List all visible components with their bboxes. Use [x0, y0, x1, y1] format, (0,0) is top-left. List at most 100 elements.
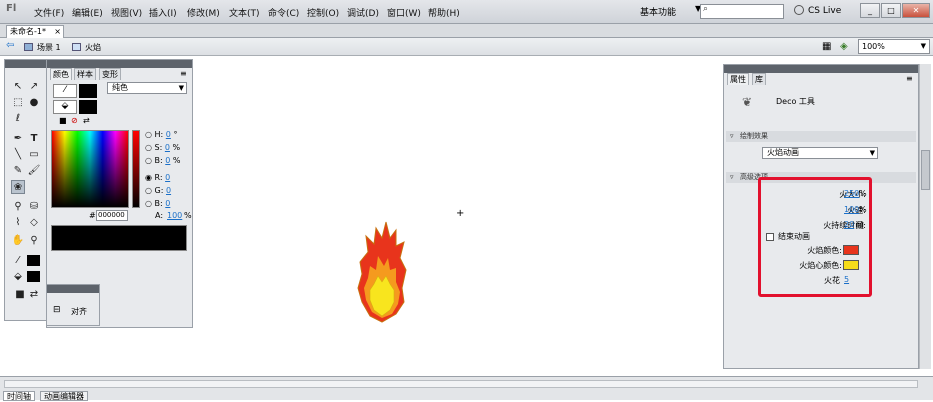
breadcrumb-symbol[interactable]: 火焰: [85, 42, 101, 53]
fill-type-select[interactable]: 纯色 ▼: [107, 82, 187, 94]
align-panel-header[interactable]: [47, 285, 99, 293]
brightness-slider[interactable]: [132, 130, 140, 208]
maximize-button[interactable]: □: [881, 3, 901, 18]
collapse-icon: ▿: [730, 173, 734, 181]
default-colors-icon[interactable]: ■: [13, 288, 27, 302]
menu-text[interactable]: 文本(T): [229, 6, 260, 19]
menu-bar: Fl 文件(F) 编辑(E) 视图(V) 插入(I) 修改(M) 文本(T) 命…: [0, 0, 933, 24]
menu-control[interactable]: 控制(O): [307, 6, 339, 19]
close-button[interactable]: ✕: [902, 3, 930, 18]
paint-bucket-tool-icon[interactable]: ⛁: [27, 200, 41, 214]
rectangle-tool-icon[interactable]: ▭: [27, 148, 41, 162]
chevron-down-icon: ▼: [178, 84, 184, 92]
zoom-select[interactable]: 100% ▼: [858, 39, 930, 54]
menu-window[interactable]: 窗口(W): [387, 6, 421, 19]
fill-swatch[interactable]: [79, 100, 97, 114]
zoom-tool-icon[interactable]: ⚲: [27, 234, 41, 248]
brightness-unit: %: [172, 156, 181, 165]
help-search-input[interactable]: [700, 4, 784, 19]
brightness-label: B:: [154, 156, 163, 165]
color-spectrum-picker[interactable]: [51, 130, 129, 208]
horizontal-scrollbar[interactable]: [4, 380, 918, 388]
edit-scene-icon[interactable]: ▦: [822, 41, 831, 52]
document-tab-row: 未命名-1* ×: [0, 24, 933, 38]
stroke-color-swatch[interactable]: [27, 255, 40, 266]
fill-color-swatch[interactable]: [27, 271, 40, 282]
swap-colors-icon[interactable]: ⇄: [27, 288, 41, 302]
red-value[interactable]: 0: [165, 173, 170, 182]
menu-help[interactable]: 帮助(H): [428, 6, 460, 19]
tab-swatches[interactable]: 样本: [74, 68, 96, 80]
3d-rotation-tool-icon[interactable]: ●: [27, 96, 41, 110]
lasso-tool-icon[interactable]: ℓ: [11, 112, 25, 126]
selection-tool-icon[interactable]: ↖: [11, 80, 25, 94]
hsb-fields: ○ H: 0 ° ○ S: 0 % ○ B: 0 % ◉ R: 0 ○ G: 0…: [145, 130, 181, 208]
stroke-color-icon[interactable]: ⁄: [11, 254, 25, 268]
free-transform-tool-icon[interactable]: ⬚: [11, 96, 25, 110]
cs-live-icon: [794, 5, 804, 15]
document-tab[interactable]: 未命名-1* ×: [6, 25, 64, 38]
hand-tool-icon[interactable]: ✋: [11, 234, 25, 248]
saturation-value[interactable]: 0: [165, 143, 170, 152]
align-label[interactable]: 对齐: [71, 306, 87, 317]
stroke-swatch[interactable]: [79, 84, 97, 98]
blue-value[interactable]: 0: [165, 199, 170, 208]
hue-label: H:: [154, 130, 164, 139]
scrollbar-thumb[interactable]: [921, 150, 930, 190]
stage[interactable]: +: [194, 56, 724, 376]
subselection-tool-icon[interactable]: ↗: [27, 80, 41, 94]
brush-tool-icon[interactable]: 🖌: [27, 164, 41, 178]
menu-modify[interactable]: 修改(M): [187, 6, 220, 19]
green-value[interactable]: 0: [166, 186, 171, 195]
tab-transform[interactable]: 变形: [99, 68, 121, 80]
section-draw-effect[interactable]: ▿ 绘制效果: [726, 131, 916, 142]
menu-edit[interactable]: 编辑(E): [72, 6, 103, 19]
menu-commands[interactable]: 命令(C): [268, 6, 299, 19]
workspace-switcher[interactable]: 基本功能: [640, 5, 694, 18]
back-arrow-icon[interactable]: ⇦: [6, 40, 14, 51]
tab-properties[interactable]: 属性: [727, 73, 749, 85]
hue-value[interactable]: 0: [166, 130, 171, 139]
stroke-pencil-icon[interactable]: ⁄: [53, 84, 77, 98]
deco-tool-icon[interactable]: ❀: [11, 180, 25, 194]
cs-live-button[interactable]: CS Live: [808, 6, 841, 16]
bone-tool-icon[interactable]: ⚲: [11, 200, 25, 214]
panel-menu-icon[interactable]: ≡: [180, 69, 187, 78]
swap-icon[interactable]: ⇄: [83, 116, 90, 125]
breadcrumb-scene[interactable]: 场景 1: [37, 42, 61, 53]
eyedropper-tool-icon[interactable]: ⌇: [11, 216, 25, 230]
movieclip-icon: [72, 43, 81, 51]
saturation-unit: %: [172, 143, 181, 152]
tab-color[interactable]: 颜色: [50, 68, 72, 80]
highlight-box: [758, 177, 872, 297]
crosshair-cursor-icon: +: [456, 208, 465, 219]
effect-value: 火焰动画: [767, 148, 799, 157]
text-tool-icon[interactable]: T: [27, 132, 41, 146]
menu-file[interactable]: 文件(F): [34, 6, 64, 19]
hex-input[interactable]: 000000: [96, 210, 128, 221]
effect-select[interactable]: 火焰动画 ▼: [762, 147, 878, 159]
fill-color-icon[interactable]: ⬙: [11, 270, 25, 284]
edit-symbol-icon[interactable]: ◈: [840, 41, 848, 52]
close-icon[interactable]: ×: [54, 26, 61, 38]
properties-panel-header[interactable]: [724, 65, 918, 73]
properties-scrollbar[interactable]: [919, 64, 931, 369]
no-color-icon[interactable]: ⊘: [71, 116, 78, 125]
menu-debug[interactable]: 调试(D): [347, 6, 379, 19]
eraser-tool-icon[interactable]: ◇: [27, 216, 41, 230]
minimize-button[interactable]: _: [860, 3, 880, 18]
alpha-value[interactable]: 100: [167, 211, 182, 220]
line-tool-icon[interactable]: ╲: [11, 148, 25, 162]
fill-bucket-icon[interactable]: ⬙: [53, 100, 77, 114]
pencil-tool-icon[interactable]: ✎: [11, 164, 25, 178]
menu-insert[interactable]: 插入(I): [149, 6, 177, 19]
panel-menu-icon[interactable]: ≡: [906, 74, 913, 83]
black-white-icon[interactable]: ■: [59, 116, 67, 125]
menu-view[interactable]: 视图(V): [111, 6, 142, 19]
pen-tool-icon[interactable]: ✒: [11, 132, 25, 146]
brightness-value[interactable]: 0: [165, 156, 170, 165]
tools-panel-header[interactable]: [5, 60, 47, 68]
saturation-label: S:: [154, 143, 163, 152]
color-panel-header[interactable]: [47, 60, 192, 68]
tab-library[interactable]: 库: [752, 73, 766, 85]
